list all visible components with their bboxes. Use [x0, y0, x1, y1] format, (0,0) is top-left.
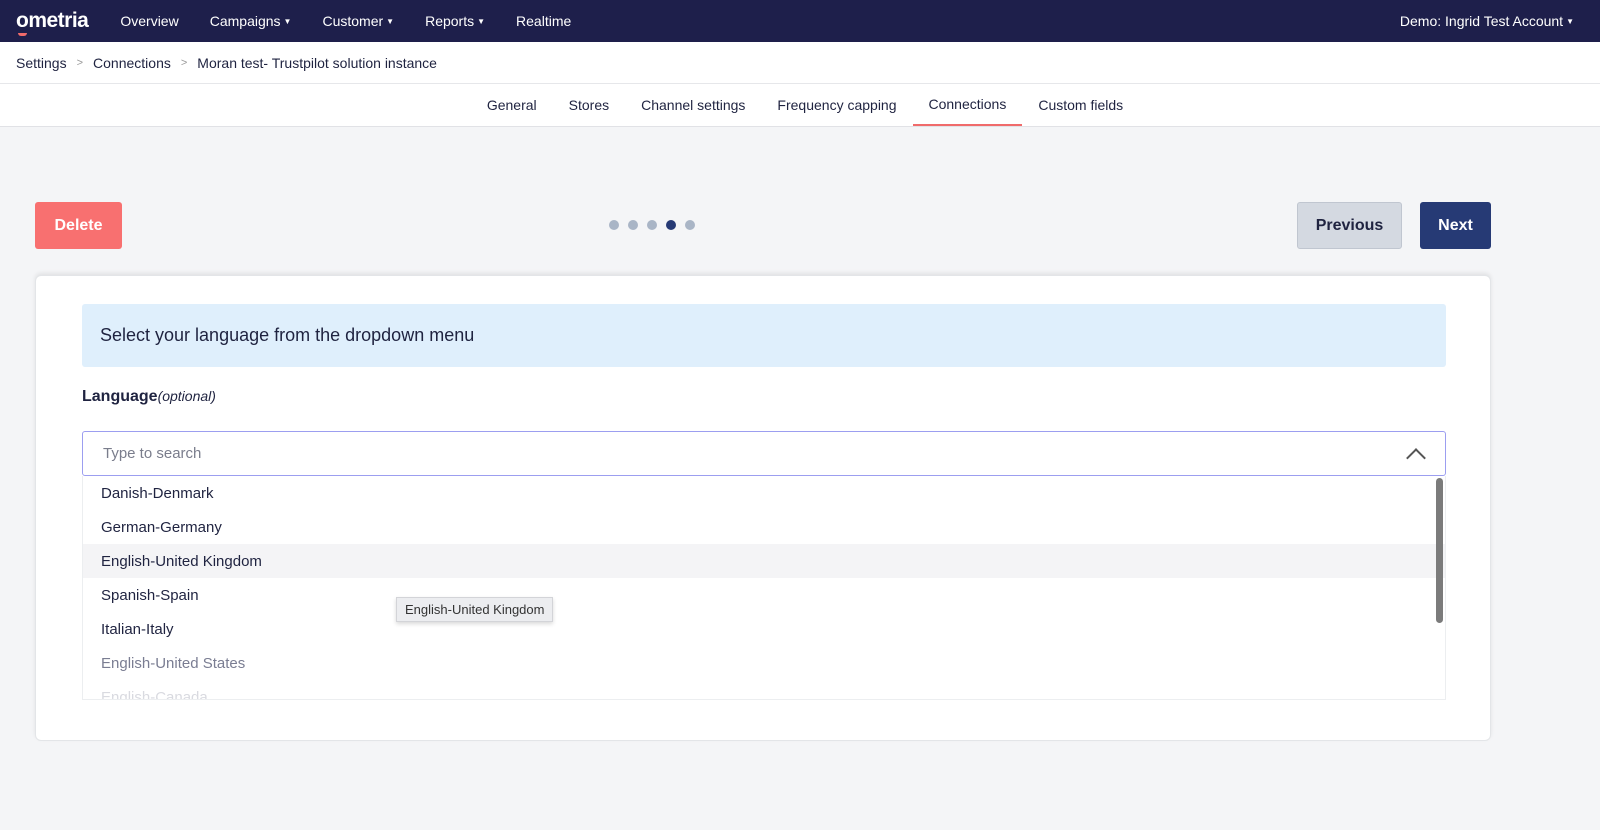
step-dot: [647, 220, 657, 230]
language-search-input[interactable]: [103, 445, 1409, 462]
language-label: Language(optional): [82, 388, 216, 406]
account-menu[interactable]: Demo: Ingrid Test Account ▼: [1400, 13, 1574, 29]
settings-tabs: General Stores Channel settings Frequenc…: [0, 84, 1600, 127]
nav-customer[interactable]: Customer ▼: [322, 13, 394, 29]
delete-button[interactable]: Delete: [35, 202, 122, 249]
breadcrumb-connections[interactable]: Connections: [93, 55, 171, 71]
breadcrumb-current: Moran test- Trustpilot solution instance: [197, 54, 437, 71]
step-dot: [609, 220, 619, 230]
caret-down-icon: ▼: [477, 17, 486, 26]
breadcrumb: Settings > Connections > Moran test- Tru…: [0, 42, 1600, 84]
nav-overview[interactable]: Overview: [120, 13, 178, 29]
nav-label: Reports: [425, 13, 475, 29]
caret-down-icon: ▼: [283, 17, 292, 26]
step-indicator: [609, 220, 695, 230]
language-select[interactable]: [82, 431, 1446, 476]
caret-down-icon: ▼: [1566, 17, 1574, 26]
option-tooltip: English-United Kingdom: [396, 597, 554, 622]
chevron-right-icon: >: [76, 56, 84, 69]
nav-label: Campaigns: [209, 13, 281, 29]
step-dot: [685, 220, 695, 230]
list-scrollbar[interactable]: [1436, 478, 1443, 623]
next-button[interactable]: Next: [1420, 202, 1491, 249]
option-spanish-spain[interactable]: Spanish-Spain: [83, 578, 1445, 612]
chevron-right-icon: >: [180, 56, 188, 69]
breadcrumb-settings[interactable]: Settings: [16, 55, 67, 71]
option-german-germany[interactable]: German-Germany: [83, 510, 1445, 544]
tab-custom-fields[interactable]: Custom fields: [1022, 84, 1139, 126]
chevron-up-icon[interactable]: [1406, 447, 1426, 468]
caret-down-icon: ▼: [386, 17, 395, 26]
account-name: Demo: Ingrid Test Account: [1399, 13, 1564, 29]
step-dot: [628, 220, 638, 230]
tab-stores[interactable]: Stores: [553, 84, 625, 126]
tab-channel-settings[interactable]: Channel settings: [625, 84, 761, 126]
nav-reports[interactable]: Reports ▼: [425, 13, 485, 29]
info-banner: Select your language from the dropdown m…: [82, 304, 1446, 367]
nav-campaigns[interactable]: Campaigns ▼: [210, 13, 292, 29]
option-danish-denmark[interactable]: Danish-Denmark: [83, 476, 1445, 510]
option-english-uk[interactable]: English-United Kingdom: [83, 544, 1445, 578]
nav-realtime[interactable]: Realtime: [516, 13, 571, 29]
option-italian-italy[interactable]: Italian-Italy: [83, 612, 1445, 646]
label-text: Language: [82, 388, 158, 405]
step-dot-active: [666, 220, 676, 230]
optional-text: (optional): [157, 388, 216, 404]
top-nav-bar: ometria Overview Campaigns ▼ Customer ▼ Re…: [0, 0, 1600, 42]
language-card: Select your language from the dropdown m…: [35, 275, 1491, 741]
option-english-canada[interactable]: English-Canada: [83, 680, 1445, 700]
ometria-logo[interactable]: ometria: [16, 9, 89, 36]
tab-connections[interactable]: Connections: [912, 84, 1023, 126]
tab-general[interactable]: General: [471, 84, 553, 126]
tab-frequency-capping[interactable]: Frequency capping: [761, 84, 912, 126]
language-options-list[interactable]: Danish-Denmark German-Germany English-Un…: [82, 476, 1446, 700]
option-english-us[interactable]: English-United States: [83, 646, 1445, 680]
nav-label: Customer: [322, 13, 384, 29]
previous-button[interactable]: Previous: [1297, 202, 1402, 249]
